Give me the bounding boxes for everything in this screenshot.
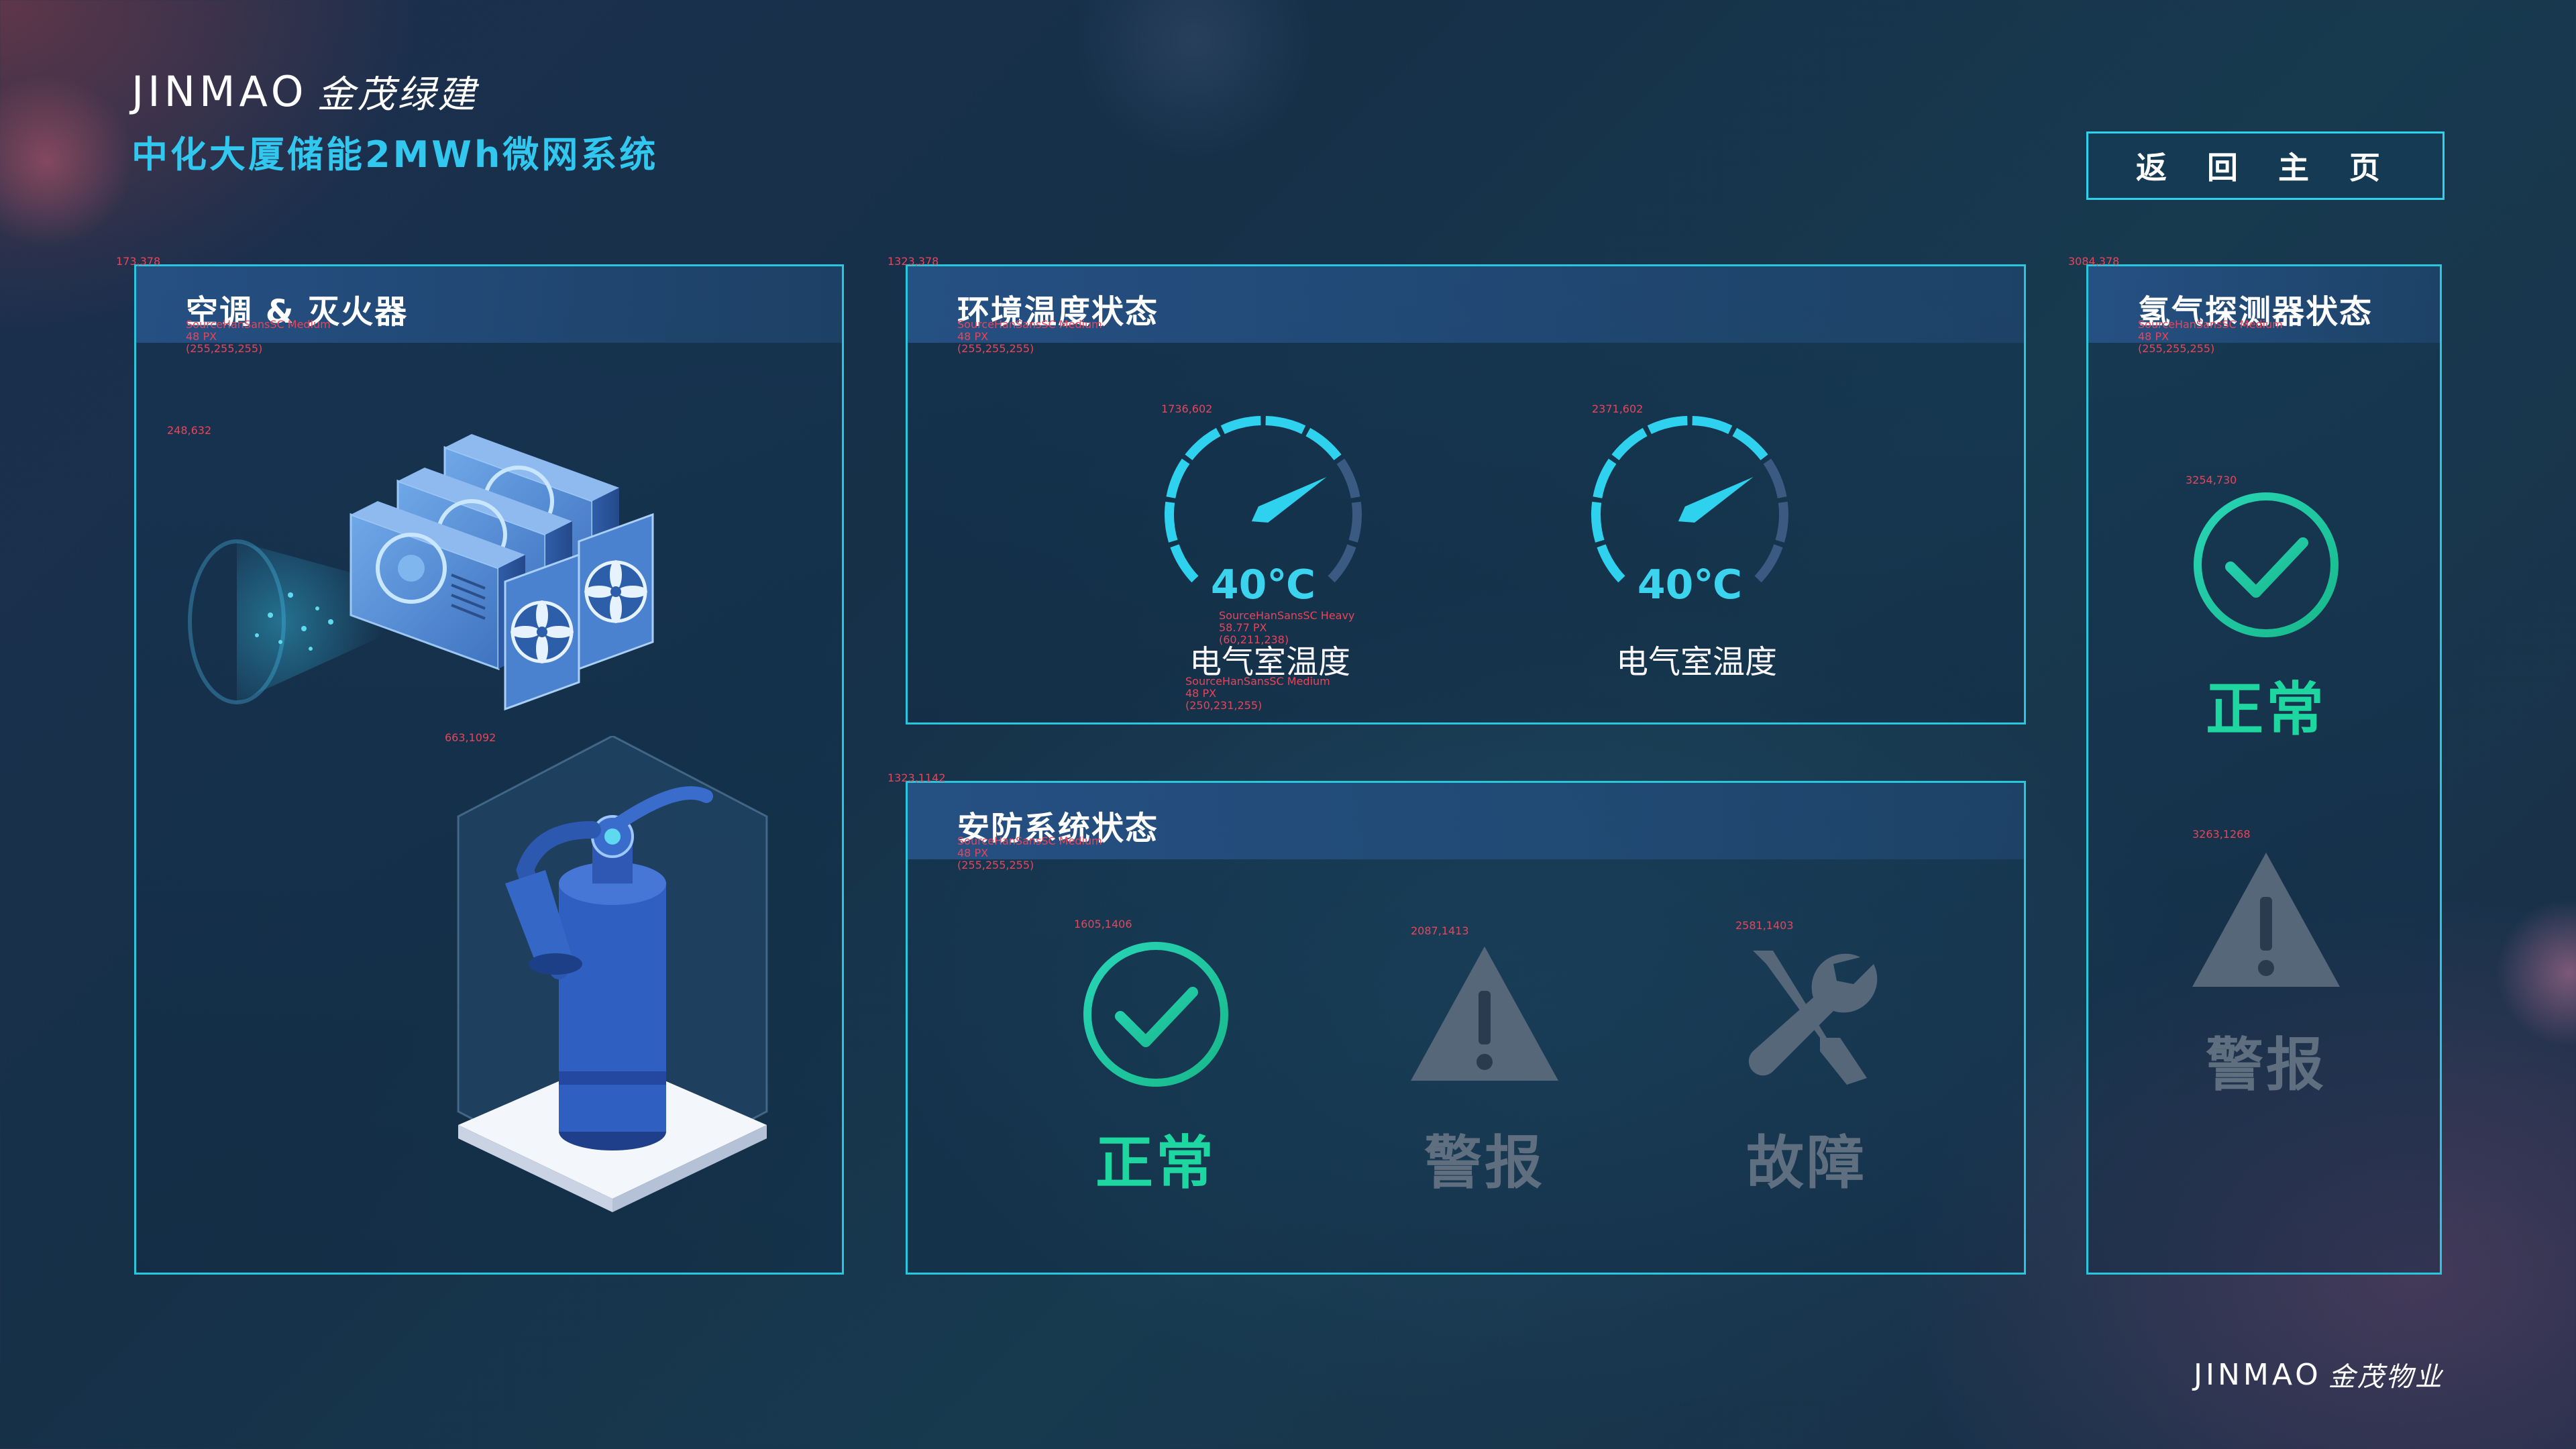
annotation-text: 48 PX <box>957 330 989 343</box>
annotation-text: SourceHanSansSC Heavy <box>1219 609 1355 622</box>
gauge-segment-active <box>1165 501 1178 543</box>
annotation-text: (250,231,255) <box>1185 699 1263 712</box>
logo-chinese: 金茂绿建 <box>317 73 478 117</box>
annotation-text: 2581,1403 <box>1735 919 1794 932</box>
annotation-text: SourceHanSansSC Medium <box>1185 675 1330 688</box>
check-circle-icon <box>2194 492 2339 637</box>
environment-temperature-panel: 环境温度状态 1323,378 SourceHanSansSC Medium 4… <box>888 256 2026 724</box>
logo-latin: JINMAO <box>131 67 308 116</box>
footer-logo-latin: JINMAO <box>2194 1357 2322 1392</box>
temperature-label: 电气室温度 <box>1615 643 1777 681</box>
gauge-needle <box>1678 477 1754 523</box>
status-label: 警报 <box>1424 1130 1545 1197</box>
gauge-needle <box>1251 477 1327 523</box>
background-orb <box>1073 0 1315 161</box>
gauge-segment-active <box>1732 427 1768 461</box>
gauge-segment-active <box>1591 501 1605 543</box>
annotation-text: 48 PX <box>1185 687 1217 700</box>
security-status-alarm[interactable]: 2087,1413 警报 <box>1384 925 1585 1199</box>
gauge-segment-active <box>1265 416 1306 435</box>
security-status-fault[interactable]: 2581,1403 故障 <box>1706 920 1907 1199</box>
gauge-segment-active <box>1611 427 1648 461</box>
annotation-text: 2087,1413 <box>1411 924 1469 937</box>
annotation-text: 48 PX <box>957 847 989 859</box>
annotation-text: 3084,378 <box>2068 255 2120 268</box>
gauge-segment-active <box>1166 458 1190 498</box>
annotation-text: 48 PX <box>2138 330 2169 343</box>
gauge-segment-active <box>1593 458 1617 498</box>
annotation-text: SourceHanSansSC Medium <box>957 318 1102 331</box>
gauge-segment-inactive <box>1336 458 1360 498</box>
gauge-segment-active <box>1647 416 1688 435</box>
security-status-normal[interactable]: 1605,1406 正常 <box>1055 918 1256 1199</box>
tools-icon <box>1748 951 1878 1085</box>
annotation-text: (255,255,255) <box>957 342 1034 355</box>
status-label: 正常 <box>2206 676 2326 743</box>
background-orb <box>0 74 134 248</box>
annotation-text: SourceHanSansSC Medium <box>186 318 331 331</box>
warning-icon <box>1411 947 1558 1081</box>
annotation-text: 1605,1406 <box>1074 918 1132 930</box>
status-label: 正常 <box>1095 1130 1216 1197</box>
annotation-text: SourceHanSansSC Medium <box>2138 318 2283 331</box>
page-title: 中化大厦储能2MWh微网系统 <box>131 133 659 176</box>
annotation-text: (255,255,255) <box>2138 342 2215 355</box>
annotation-text: 58.77 PX <box>1219 621 1267 634</box>
annotation-text: 48 PX <box>186 330 217 343</box>
brand-logo: JINMAO 金茂绿建 <box>131 64 478 119</box>
return-home-button[interactable]: 返 回 主 页 <box>2086 131 2445 200</box>
security-system-panel: 安防系统状态 1323,1142 SourceHanSansSC Medium … <box>888 772 2026 1275</box>
gauge-segment-active <box>1305 427 1342 461</box>
hydrogen-status-normal[interactable]: 3254,730 正常 <box>2165 474 2367 746</box>
annotation-text: 3254,730 <box>2186 474 2237 486</box>
warning-icon <box>2192 853 2340 987</box>
gauge-segment-active <box>1692 416 1733 435</box>
footer-brand-logo: JINMAO 金茂物业 <box>2194 1355 2444 1394</box>
temperature-value: 40℃ <box>1210 561 1316 608</box>
annotation-text: (255,255,255) <box>186 342 263 355</box>
gauge-segment-active <box>1185 427 1221 461</box>
gauge-segment-active <box>1220 416 1261 435</box>
annotation-text: SourceHanSansSC Medium <box>957 835 1102 847</box>
footer-logo-chinese: 金茂物业 <box>2328 1362 2444 1393</box>
air-conditioner-illustration <box>188 434 654 711</box>
hydrogen-detector-panel: 氢气探测器状态 3084,378 SourceHanSansSC Medium … <box>2068 256 2442 1275</box>
annotation-text: 1323,1142 <box>888 771 946 784</box>
status-label: 警报 <box>2206 1032 2326 1099</box>
gauge-segment-inactive <box>1775 501 1788 543</box>
fire-extinguisher-illustration <box>457 736 768 1212</box>
ac-fire-panel: 空调 & 灭火器 173,378 SourceHanSansSC Medium … <box>116 256 844 1275</box>
hydrogen-status-alarm[interactable]: 3263,1268 警报 <box>2165 828 2367 1102</box>
annotation-text: (255,255,255) <box>957 859 1034 871</box>
status-label: 故障 <box>1746 1130 1867 1197</box>
gauge-segment-inactive <box>1348 501 1362 543</box>
annotation-text: 1323,378 <box>888 255 939 268</box>
background-orb <box>2496 899 2576 1046</box>
annotation-text: 3263,1268 <box>2192 828 2251 841</box>
temperature-value: 40℃ <box>1637 561 1743 608</box>
check-circle-icon <box>1083 942 1228 1087</box>
gauge-segment-inactive <box>1763 458 1787 498</box>
annotation-text: 173,378 <box>116 255 161 268</box>
